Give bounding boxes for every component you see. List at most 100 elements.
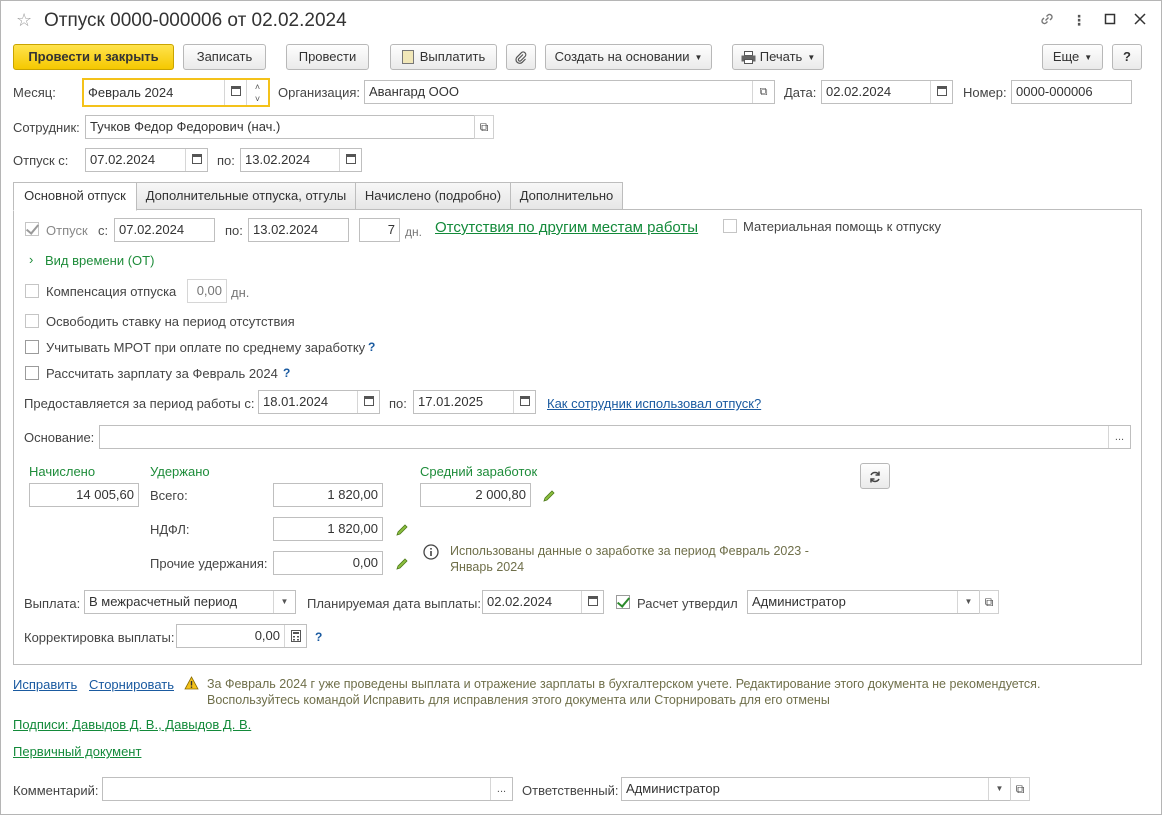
employee-field[interactable]: Тучков Федор Федорович (нач.)	[85, 115, 475, 139]
total-label: Всего:	[150, 488, 188, 503]
month-value: Февраль 2024	[88, 85, 174, 100]
calendar-icon[interactable]	[185, 149, 207, 171]
pay-doc-icon	[401, 49, 414, 64]
open-responsible-icon[interactable]: ⧉	[1010, 777, 1030, 801]
calc-salary-help-icon[interactable]: ?	[283, 366, 290, 380]
chevron-down-icon[interactable]: ▼	[957, 591, 979, 613]
correction-field[interactable]: 0,00	[176, 624, 307, 648]
print-button[interactable]: Печать ▼	[732, 44, 824, 70]
vacation-from-value: 07.02.2024	[90, 152, 156, 167]
open-icon[interactable]: ⧉	[752, 81, 774, 103]
other-withholdings-field[interactable]: 0,00	[273, 551, 383, 575]
calendar-icon[interactable]	[930, 81, 952, 103]
open-employee-icon[interactable]: ⧉	[474, 115, 494, 139]
calculator-icon[interactable]	[284, 625, 306, 647]
calendar-icon[interactable]	[339, 149, 361, 171]
period-to-field[interactable]: 17.01.2025	[413, 390, 536, 414]
date-field[interactable]: 02.02.2024	[821, 80, 953, 104]
help-button[interactable]: ?	[1112, 44, 1142, 70]
pencil-icon[interactable]	[395, 523, 409, 537]
attach-button[interactable]	[506, 44, 536, 70]
free-rate-checkbox[interactable]	[25, 314, 39, 328]
primary-document-link[interactable]: Первичный документ	[13, 744, 141, 759]
calendar-icon[interactable]	[224, 80, 246, 105]
calendar-icon[interactable]	[357, 391, 379, 413]
correction-value: 0,00	[254, 628, 280, 643]
basis-field[interactable]: ...	[99, 425, 1131, 449]
calendar-icon[interactable]	[581, 591, 603, 613]
accrued-field[interactable]: 14 005,60	[29, 483, 139, 507]
mrot-checkbox[interactable]	[25, 340, 39, 354]
total-field[interactable]: 1 820,00	[273, 483, 383, 507]
chevron-right-icon[interactable]: ›	[29, 252, 33, 267]
tab-additional-vacations[interactable]: Дополнительные отпуска, отгулы	[136, 182, 356, 210]
tab-accrued-detailed[interactable]: Начислено (подробно)	[355, 182, 511, 210]
pencil-icon[interactable]	[395, 557, 409, 571]
days-field[interactable]: 7	[359, 218, 400, 242]
basis-label: Основание:	[24, 430, 95, 445]
panel-to-field[interactable]: 13.02.2024	[248, 218, 349, 242]
info-message: Использованы данные о заработке за перио…	[450, 544, 809, 574]
absence-other-jobs-link[interactable]: Отсутствия по другим местам работы	[435, 219, 698, 236]
pay-button[interactable]: Выплатить	[390, 44, 497, 70]
material-help-checkbox[interactable]	[723, 219, 737, 233]
fix-link[interactable]: Исправить	[13, 677, 77, 692]
vacation-to-value: 13.02.2024	[245, 152, 311, 167]
vacation-from-label: Отпуск с:	[13, 153, 69, 168]
accrued-label: Начислено	[29, 464, 96, 479]
warning-message: За Февраль 2024 г уже проведены выплата …	[207, 677, 1041, 707]
month-field[interactable]: Февраль 2024 ˄ ˅	[82, 78, 270, 107]
chevron-down-icon[interactable]: ▼	[988, 778, 1010, 800]
plan-date-field[interactable]: 02.02.2024	[482, 590, 604, 614]
compensation-checkbox[interactable]	[25, 284, 39, 298]
more-button[interactable]: Еще ▼	[1042, 44, 1103, 70]
average-earnings-field[interactable]: 2 000,80	[420, 483, 531, 507]
post-button[interactable]: Провести	[286, 44, 369, 70]
responsible-select[interactable]: Администратор ▼	[621, 777, 1011, 801]
select-ellipsis-icon[interactable]: ...	[1108, 426, 1130, 448]
pencil-icon[interactable]	[542, 489, 556, 503]
period-from-field[interactable]: 18.01.2024	[258, 390, 380, 414]
storno-link[interactable]: Сторнировать	[89, 677, 174, 692]
calendar-icon[interactable]	[513, 391, 535, 413]
select-ellipsis-icon[interactable]: ...	[490, 778, 512, 800]
vacation-checkbox[interactable]	[25, 222, 39, 236]
month-stepper[interactable]: ˄ ˅	[246, 80, 268, 105]
link-icon[interactable]	[1038, 11, 1056, 29]
create-based-on-button[interactable]: Создать на основании ▼	[545, 44, 712, 70]
signatures-link[interactable]: Подписи: Давыдов Д. В., Давыдов Д. В.	[13, 717, 251, 732]
correction-help-icon[interactable]: ?	[315, 630, 322, 644]
vacation-to-label: по:	[217, 153, 235, 168]
favorite-star-icon[interactable]: ☆	[16, 10, 32, 31]
open-approved-by-icon[interactable]: ⧉	[979, 590, 999, 614]
how-used-vacation-link[interactable]: Как сотрудник использовал отпуск?	[547, 396, 761, 411]
approved-by-select[interactable]: Администратор ▼	[747, 590, 980, 614]
number-label: Номер:	[963, 85, 1007, 100]
calc-salary-checkbox[interactable]	[25, 366, 39, 380]
time-type-toggle[interactable]: Вид времени (ОТ)	[45, 253, 154, 268]
compensation-days-field[interactable]: 0,00	[187, 279, 227, 303]
approved-checkbox[interactable]	[616, 595, 630, 609]
more-vertical-icon[interactable]: ⋮	[1070, 11, 1088, 29]
vacation-to-field[interactable]: 13.02.2024	[240, 148, 362, 172]
close-icon[interactable]	[1131, 11, 1149, 29]
tab-additional[interactable]: Дополнительно	[510, 182, 623, 210]
payout-select[interactable]: В межрасчетный период ▼	[84, 590, 296, 614]
comment-field[interactable]: ...	[102, 777, 513, 801]
tab-main-vacation[interactable]: Основной отпуск	[13, 182, 137, 211]
mrot-label: Учитывать МРОТ при оплате по среднему за…	[46, 340, 366, 355]
printer-icon	[741, 51, 756, 65]
post-and-close-button[interactable]: Провести и закрыть	[13, 44, 174, 70]
compensation-label: Компенсация отпуска	[46, 284, 177, 299]
recalculate-button[interactable]	[860, 463, 890, 489]
maximize-icon[interactable]	[1101, 11, 1119, 29]
mrot-help-icon[interactable]: ?	[368, 340, 375, 354]
chevron-down-icon[interactable]: ▼	[273, 591, 295, 613]
correction-label: Корректировка выплаты:	[24, 630, 175, 645]
organization-field[interactable]: Авангард ООО ⧉	[364, 80, 775, 104]
panel-from-field[interactable]: 07.02.2024	[114, 218, 215, 242]
number-field[interactable]: 0000-000006	[1011, 80, 1132, 104]
vacation-from-field[interactable]: 07.02.2024	[85, 148, 208, 172]
save-button[interactable]: Записать	[183, 44, 266, 70]
ndfl-field[interactable]: 1 820,00	[273, 517, 383, 541]
